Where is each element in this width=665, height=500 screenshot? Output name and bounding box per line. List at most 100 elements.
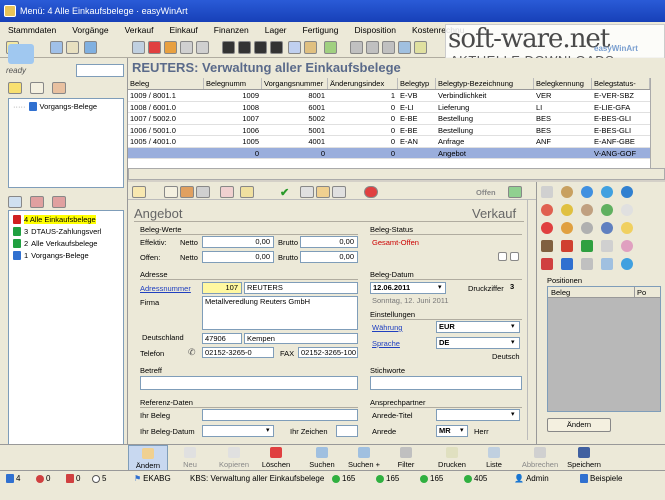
next-record-icon[interactable] <box>254 41 267 54</box>
window-icon[interactable] <box>601 258 613 270</box>
edit-icon[interactable] <box>180 41 193 54</box>
sprache-link[interactable]: Sprache <box>372 339 400 348</box>
list-icon[interactable] <box>350 41 363 54</box>
eye-icon[interactable] <box>621 204 633 216</box>
delete-icon[interactable] <box>164 41 177 54</box>
delete-icon[interactable] <box>541 222 553 234</box>
suchen-button[interactable]: Suchen <box>304 445 340 471</box>
menu-lager[interactable]: Lager <box>257 25 295 35</box>
search-doc-icon[interactable] <box>240 186 254 198</box>
history-tab-icon[interactable] <box>30 196 44 208</box>
col-belegnummer[interactable]: Belegnumm <box>204 78 262 89</box>
menu-stammdaten[interactable]: Stammdaten <box>0 25 64 35</box>
grid-icon[interactable] <box>541 186 553 198</box>
adressnummer-link[interactable]: Adressnummer <box>140 284 191 293</box>
copy-icon[interactable] <box>332 186 346 198</box>
table-row-selected[interactable]: 0 0 0 Angebot V-ANG-GOF <box>128 147 650 159</box>
phone-icon[interactable]: ✆ <box>188 347 196 358</box>
doc-icon[interactable] <box>300 186 314 198</box>
stichworte-input[interactable] <box>370 376 522 390</box>
chevron-down-icon[interactable]: ▾ <box>511 338 515 346</box>
nav-icon[interactable] <box>621 186 633 198</box>
globe-icon[interactable] <box>601 222 613 234</box>
aendern-button[interactable]: Ändern <box>128 445 168 471</box>
close-icon[interactable] <box>148 41 161 54</box>
col-belegkennung[interactable]: Belegkennung <box>534 78 592 89</box>
ihr-beleg-datum-input[interactable] <box>202 425 274 437</box>
grid-scrollbar[interactable] <box>650 78 665 168</box>
export-icon[interactable] <box>324 41 337 54</box>
chevron-down-icon[interactable]: ▾ <box>511 322 515 330</box>
tree-item-vorgangs-belege-2[interactable]: 1 Vorgangs-Belege <box>13 251 89 260</box>
checklist-icon[interactable] <box>601 240 613 252</box>
col-belegtyp-bezeichnung[interactable]: Belegtyp-Bezeichnung <box>436 78 534 89</box>
note-icon[interactable] <box>132 186 146 198</box>
table-row[interactable]: 1009 / 8001.1 1009 8001 1 E-VB Verbindli… <box>128 90 650 102</box>
col-belegtyp[interactable]: Belegtyp <box>398 78 436 89</box>
save-icon[interactable] <box>288 41 301 54</box>
print-icon[interactable] <box>66 41 79 54</box>
col-pos-po[interactable]: Po <box>634 287 646 298</box>
tools-icon[interactable] <box>304 41 317 54</box>
table-row[interactable]: 1006 / 5001.0 1006 5001 0 E-BE Bestellun… <box>128 125 650 136</box>
menu-verkauf[interactable]: Verkauf <box>117 25 162 35</box>
archive-icon[interactable] <box>541 258 553 270</box>
table-icon[interactable] <box>382 41 395 54</box>
new-icon[interactable] <box>132 41 145 54</box>
detail-scrollbar[interactable] <box>527 200 536 440</box>
fax-field[interactable]: 02152-3265-100 <box>298 347 358 358</box>
positionen-aendern-button[interactable]: Ändern <box>547 418 611 432</box>
palette-icon[interactable] <box>621 240 633 252</box>
menu-einkauf[interactable]: Einkauf <box>161 25 205 35</box>
menu-disposition[interactable]: Disposition <box>346 25 404 35</box>
status-checkbox-1[interactable] <box>498 252 507 261</box>
chevron-down-icon[interactable]: ▾ <box>460 426 464 434</box>
ihr-beleg-input[interactable] <box>202 409 358 421</box>
flag-icon[interactable] <box>220 186 234 198</box>
copy-icon[interactable] <box>196 41 209 54</box>
tree-item-alle-verkaufsbelege[interactable]: 2 Alle Verkaufsbelege <box>13 239 97 248</box>
first-record-icon[interactable] <box>222 41 235 54</box>
window-icon[interactable] <box>50 41 63 54</box>
firma-field[interactable]: Metallveredlung Reuters GmbH <box>202 296 358 330</box>
arrow-icon[interactable] <box>601 186 613 198</box>
error-icon[interactable] <box>541 204 553 216</box>
lock-icon[interactable] <box>581 222 593 234</box>
tree-item-dtaus[interactable]: 3 DTAUS-Zahlungsverl <box>13 227 101 236</box>
kopieren-button[interactable]: Kopieren <box>212 445 256 471</box>
waehrung-select[interactable]: EUR <box>436 321 520 333</box>
book-green-icon[interactable] <box>581 240 593 252</box>
anrede-titel-select[interactable] <box>436 409 520 421</box>
warning-icon[interactable] <box>561 204 573 216</box>
speichern-button[interactable]: Speichern <box>564 445 604 471</box>
quick-select[interactable] <box>76 64 124 77</box>
flag-icon[interactable] <box>561 222 573 234</box>
telefon-field[interactable]: 02152-3265-0 <box>202 347 274 358</box>
network-icon[interactable] <box>621 258 633 270</box>
help-icon[interactable] <box>84 41 97 54</box>
col-pos-beleg[interactable]: Beleg <box>551 287 570 298</box>
user-icon[interactable] <box>52 82 66 94</box>
grid-icon[interactable] <box>366 41 379 54</box>
loeschen-button[interactable]: Löschen <box>258 445 294 471</box>
tag-icon[interactable] <box>581 258 593 270</box>
gear-icon[interactable] <box>196 186 210 198</box>
col-belegstatus[interactable]: Belegstatus- <box>592 78 650 89</box>
suchen-plus-button[interactable]: Suchen + <box>344 445 384 471</box>
tree-item-vorgangs-belege[interactable]: ····· Vorgangs-Belege <box>13 102 97 111</box>
betreff-input[interactable] <box>140 376 358 390</box>
col-aenderungsindex[interactable]: Änderungsindex <box>328 78 398 89</box>
table-row[interactable]: 1007 / 5002.0 1007 5002 0 E-BE Bestellun… <box>128 113 650 125</box>
abbrechen-button[interactable]: Abbrechen <box>518 445 562 471</box>
menu-fertigung[interactable]: Fertigung <box>295 25 347 35</box>
list-icon[interactable] <box>164 186 178 198</box>
pen-icon[interactable] <box>541 240 553 252</box>
person-icon[interactable] <box>581 204 593 216</box>
last-record-icon[interactable] <box>270 41 283 54</box>
menu-vorgaenge[interactable]: Vorgänge <box>64 25 116 35</box>
ihr-zeichen-input[interactable] <box>336 425 358 437</box>
status-checkbox-2[interactable] <box>510 252 519 261</box>
tree-item-alle-einkaufsbelege[interactable]: 4 Alle Einkaufsbelege <box>13 215 96 224</box>
waehrung-link[interactable]: Währung <box>372 323 402 332</box>
info-icon[interactable] <box>581 186 593 198</box>
